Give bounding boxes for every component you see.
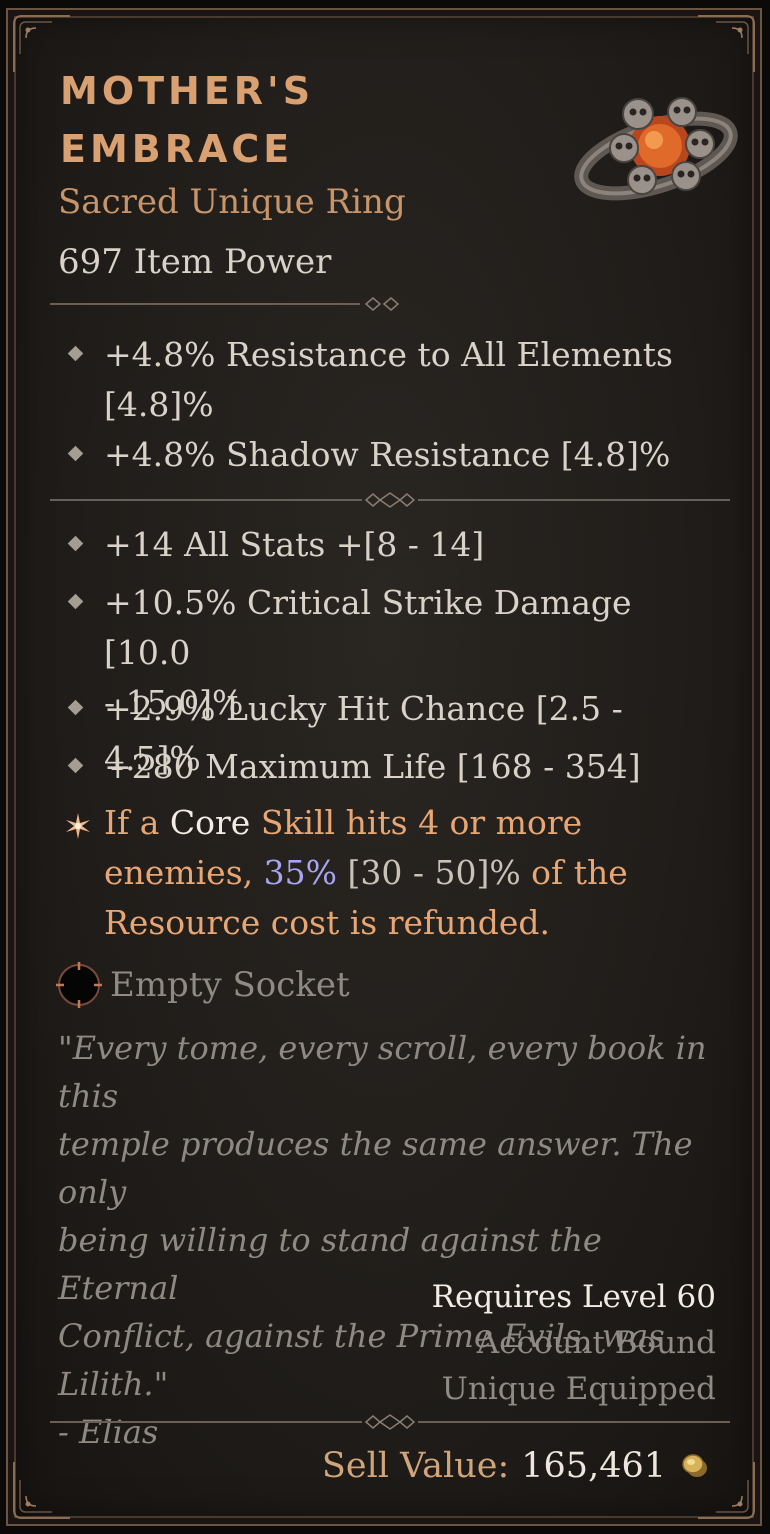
diamond-bullet-icon [67, 445, 84, 462]
diamond-bullet-icon [67, 345, 84, 362]
power-text: enemies, [104, 853, 264, 892]
affix-text: +280 Maximum Life [168 - 354] [104, 747, 641, 786]
section-divider [50, 492, 730, 508]
skull-ring-icon [574, 97, 738, 201]
item-name-line2: Embrace [60, 127, 294, 171]
flavor-line: temple produces the same answer. The onl… [58, 1125, 693, 1211]
diamond-bullet-icon [67, 699, 84, 716]
required-level: Requires Level 60 [431, 1279, 716, 1315]
sell-amount: 165,461 [521, 1446, 666, 1486]
implicit-affix: +4.8% Resistance to All Elements [4.8]% [64, 330, 714, 430]
flavor-line: "Every tome, every scroll, every book in… [58, 1029, 707, 1115]
item-name: Mother's Embrace [60, 62, 480, 178]
power-text: of the [520, 853, 628, 892]
diamond-bullet-icon [67, 757, 84, 774]
sell-label: Sell Value: [321, 1446, 510, 1486]
section-divider [50, 297, 400, 311]
affix-text: +4.8% Resistance to All Elements [104, 335, 673, 374]
socket-label: Empty Socket [110, 965, 350, 1005]
item-tooltip: Mother's Embrace Sacred Unique Ring 697 … [6, 8, 762, 1526]
gold-coin-icon [682, 1454, 707, 1477]
diamond-bullet-icon [67, 593, 84, 610]
empty-socket: Empty Socket [54, 960, 350, 1010]
item-name-line1: Mother's [60, 69, 315, 113]
item-type: Sacred Unique Ring [58, 182, 406, 222]
unique-power: If a Core Skill hits 4 or more enemies, … [64, 798, 714, 948]
star-burst-icon [66, 813, 90, 839]
item-power: 697 Item Power [58, 242, 332, 282]
corner-ornament [698, 15, 755, 72]
power-text: Skill hits 4 or more [250, 803, 583, 842]
keyword-core: Core [169, 803, 251, 842]
affix: +14 All Stats +[8 - 14] [64, 520, 714, 570]
affix-text: +10.5% Critical Strike Damage [10.0 [104, 583, 632, 672]
power-text: Resource cost is refunded. [104, 903, 551, 942]
account-bound: Account Bound [476, 1325, 716, 1361]
affix-text: +14 All Stats +[8 - 14] [104, 525, 485, 564]
unique-equipped: Unique Equipped [441, 1371, 716, 1407]
implicit-affix: +4.8% Shadow Resistance [4.8]% [64, 430, 714, 480]
requirements: Requires Level 60 Account Bound Unique E… [432, 1274, 716, 1412]
roll-range: [30 - 50]% [336, 853, 521, 892]
affix-text: +4.8% Shadow Resistance [4.8]% [104, 435, 671, 474]
socket-icon [56, 962, 102, 1008]
rolled-value: 35% [263, 853, 337, 892]
diamond-bullet-icon [67, 535, 84, 552]
sell-value: Sell Value: 165,461 [322, 1446, 710, 1486]
power-text: If a [104, 803, 170, 842]
section-divider [50, 1414, 730, 1430]
corner-ornament [13, 1462, 70, 1519]
affix: +280 Maximum Life [168 - 354] [64, 742, 714, 792]
affix-text: [4.8]% [104, 385, 214, 424]
